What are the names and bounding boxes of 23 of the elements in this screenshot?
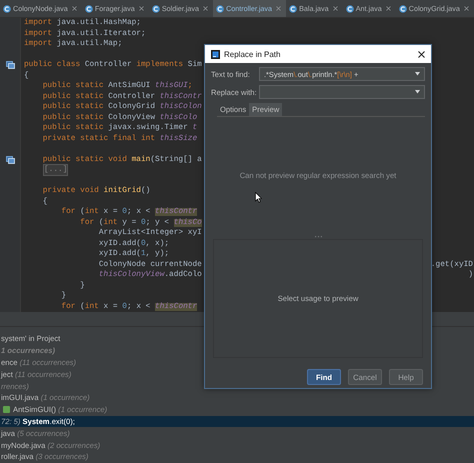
close-icon	[138, 6, 144, 11]
class-file-icon	[152, 4, 160, 12]
close-icon	[332, 6, 338, 11]
class-file-icon	[216, 4, 224, 12]
close-icon	[276, 6, 282, 11]
class-file-icon	[84, 4, 93, 12]
method-icon	[3, 406, 10, 414]
app-logo-icon	[211, 50, 220, 58]
class-file-icon	[346, 4, 354, 12]
dropdown-arrow-icon	[415, 90, 420, 94]
close-icon	[203, 6, 208, 11]
close-icon	[464, 6, 469, 11]
mouse-pointer-icon	[255, 192, 262, 203]
class-file-icon	[398, 4, 407, 12]
combo-field[interactable]	[259, 85, 425, 99]
dropdown-arrow-icon	[415, 72, 420, 76]
splitter-handle-icon	[314, 236, 322, 238]
close-icon	[386, 6, 391, 11]
close-icon[interactable]	[418, 50, 425, 58]
class-file-icon	[289, 4, 298, 12]
class-file-icon	[3, 4, 11, 12]
close-icon	[72, 6, 77, 11]
window-title: Replace in Path	[224, 50, 282, 58]
